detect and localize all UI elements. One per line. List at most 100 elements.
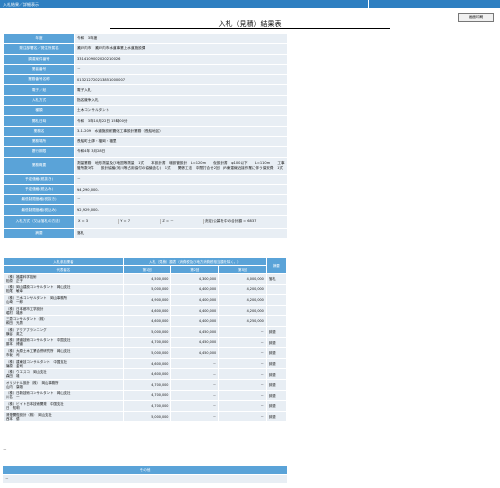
info-label: 業務名 — [3, 125, 75, 137]
info-value: － — [74, 173, 288, 185]
header-divider — [368, 0, 369, 8]
bidder-name: （株）日新技術コンサルタント 岡山支社 川名 一 — [3, 389, 124, 402]
info-label: 業務番号名称 — [3, 74, 75, 86]
bid-round3: － — [218, 336, 267, 349]
bid-round2: 4,400,000 — [170, 315, 220, 327]
bid-round1: 5,000,000 — [122, 410, 172, 423]
info-value: 電子入札 — [74, 84, 288, 96]
info-row: 調達案件番号 3314109002020210026 — [3, 53, 288, 65]
info-value: 令和 3年度 — [74, 32, 288, 45]
table-row: （株）ビイト日本技術開発 中国支社 日 知明 4,700,000 － － 辞退 — [3, 400, 288, 412]
info-value: 長船町土師・福岡・福里 — [74, 135, 288, 148]
bid-round2: 4,450,000 — [170, 325, 220, 338]
bid-round3: － — [218, 357, 267, 370]
bidder-name: （株）大原土木工業合併研究所 岡山支社 市坂 司 — [3, 347, 124, 359]
table-row: （株）日本都市工学設計 堀村 雄彦 4,600,000 4,400,000 4,… — [3, 304, 288, 317]
bid-result — [265, 315, 288, 327]
bid-round2: 4,400,000 — [170, 283, 220, 296]
info-label: 業務概要 — [3, 156, 75, 175]
bids-header-amounts: 入札（見積）額表（消費税及び地方消費税相当額を除く。） — [122, 257, 267, 266]
info-label: 業者番号 — [3, 63, 75, 76]
bid-round2: － — [170, 368, 220, 380]
info-value: 指名競争入札 — [74, 94, 288, 107]
bid-round2: 4,300,000 — [170, 273, 220, 285]
table-row: 清澄開復設計（株） 岡山支社 西本 優 5,000,000 － － 辞退 — [3, 410, 288, 423]
bids-header-round1: 第1回 — [122, 265, 172, 274]
bid-round3: － — [218, 389, 267, 402]
bidder-name: （株）岡山建設コンサルタント 岡山支社 松尾 敏幸 — [3, 283, 124, 296]
bid-round1: 4,700,000 — [122, 336, 172, 349]
bid-round3: － — [218, 368, 267, 380]
bid-round1: 4,600,000 — [122, 304, 172, 317]
bidder-name: オリジナル設計（株） 岡山事務所 山内 康雄 — [3, 378, 124, 391]
title-underline — [110, 28, 390, 29]
bid-round3: － — [218, 347, 267, 359]
bidder-name: （株）日本都市工学設計 堀村 雄彦 — [3, 304, 124, 317]
info-label: 予定価格(税込み) — [3, 183, 75, 196]
info-row: 業者番号 － — [3, 63, 288, 76]
header-left-title: 入札結果／詳細表示 — [3, 1, 39, 7]
table-row: （株）日新技術コンサルタント 岡山支社 川名 一 4,700,000 － － 辞… — [3, 389, 288, 402]
bid-round1: 4,600,000 — [122, 315, 172, 327]
bid-result — [265, 294, 288, 306]
bid-round1: 4,700,000 — [122, 400, 172, 412]
bid-round2: － — [170, 357, 220, 370]
info-row: 予定価格(税抜き) － — [3, 173, 288, 185]
bidder-name: （株）清道技術コンサルタント 中国支社 藤本 博道 — [3, 336, 124, 349]
info-label: 開札日時 — [3, 115, 75, 127]
info-table: 年度 令和 3年度 発注部署名／発注所属名 瀬戸内市 瀬戸内市水道事業上水道施設課… — [3, 32, 288, 240]
bid-result: 辞退 — [265, 368, 288, 380]
info-row: 開札日時 令和 3年10月22日 15時00分 — [3, 115, 288, 127]
info-value: － — [74, 194, 288, 206]
table-row: （株）三水コンサルタント 岡山事務所 山崎 一郎 4,900,000 4,400… — [3, 294, 288, 306]
bid-round2: 4,400,000 — [170, 294, 220, 306]
info-row: 最低制限価格(税込み) ¥2,929,000- — [3, 204, 288, 216]
bid-round1: 5,000,000 — [122, 325, 172, 338]
info-label: 電子／紙 — [3, 84, 75, 96]
info-row: 業務概要 測量業務 地形測量及び地図等測量 1式 本設計書 増設管設計 L=12… — [3, 156, 288, 175]
bid-result — [265, 283, 288, 296]
info-label: 調達案件番号 — [3, 53, 75, 65]
info-value: 3314109002020210026 — [74, 53, 288, 65]
table-row: 三恵コンサルタント（株） 和田 光男 4,600,000 4,400,000 4… — [3, 315, 288, 327]
bid-round2: 4,450,000 — [170, 336, 220, 349]
bidder-name: （株）建東技コンサルタント 中国支社 篠原 金司 — [3, 357, 124, 370]
bid-round2: － — [170, 389, 220, 402]
info-row: 摘要 落札 — [3, 227, 288, 240]
bid-result: 辞退 — [265, 336, 288, 349]
bid-result: 辞退 — [265, 400, 288, 412]
info-label: 種類 — [3, 105, 75, 117]
info-row: 予定価格(税込み) ¥4,290,000- — [3, 183, 288, 196]
other-header: その他 — [3, 466, 287, 474]
bidder-name: 三恵コンサルタント（株） 和田 光男 — [3, 315, 124, 327]
info-label: 入札方式（又は落札の方法） — [3, 214, 75, 229]
info-row-condition: 入札方式（又は落札の方法） X = 3 Y = 7 Z = － 決定(公募を中の… — [3, 214, 288, 229]
bid-round3: 4,000,000 — [218, 273, 267, 285]
table-row: （株）アクアプランニング 横谷 英之 5,000,000 4,450,000 －… — [3, 325, 288, 338]
info-label: 業務場所 — [3, 135, 75, 148]
info-row: 入札方式 指名競争入札 — [3, 94, 288, 107]
info-label: 発注部署名／発注所属名 — [3, 43, 75, 55]
info-label: 予定価格(税抜き) — [3, 173, 75, 185]
bid-round2: 4,450,000 — [170, 347, 220, 359]
info-value: ¥2,929,000- — [74, 204, 288, 216]
cond-z: Z = － — [161, 219, 204, 225]
bid-round2: 4,400,000 — [170, 304, 220, 317]
table-row: （株）岡山建設コンサルタント 岡山支社 松尾 敏幸 5,000,000 4,40… — [3, 283, 288, 296]
info-row: 最低制限価格(税抜き) － — [3, 194, 288, 206]
info-row: 電子／紙 電子入札 — [3, 84, 288, 96]
table-row: （株）福建科学技術 松原 正子 4,500,000 4,300,000 4,00… — [3, 273, 288, 285]
cond-y: Y = 7 — [119, 219, 162, 225]
cond-note: 決定(公募を中の合計額 = 6837 — [204, 219, 257, 224]
info-row: 発注部署名／発注所属名 瀬戸内市 瀬戸内市水道事業上水道施設課 — [3, 43, 288, 55]
info-label: 摘要 — [3, 227, 75, 240]
info-row: 履行期限 令和4年 3月28日 — [3, 146, 288, 158]
bid-round1: 4,600,000 — [122, 357, 172, 370]
info-row: 業務場所 長船町土師・福岡・福里 — [3, 135, 288, 148]
bid-result: 辞退 — [265, 410, 288, 423]
bid-round1: 4,600,000 — [122, 368, 172, 380]
bidder-name: 清澄開復設計（株） 岡山支社 西本 優 — [3, 410, 124, 423]
bid-round3: － — [218, 325, 267, 338]
info-value: 測量業務 地形測量及び地図等測量 1式 本設計書 増設管設計 L=120m 仮設… — [74, 156, 288, 175]
cond-x: X = 3 — [77, 219, 120, 225]
